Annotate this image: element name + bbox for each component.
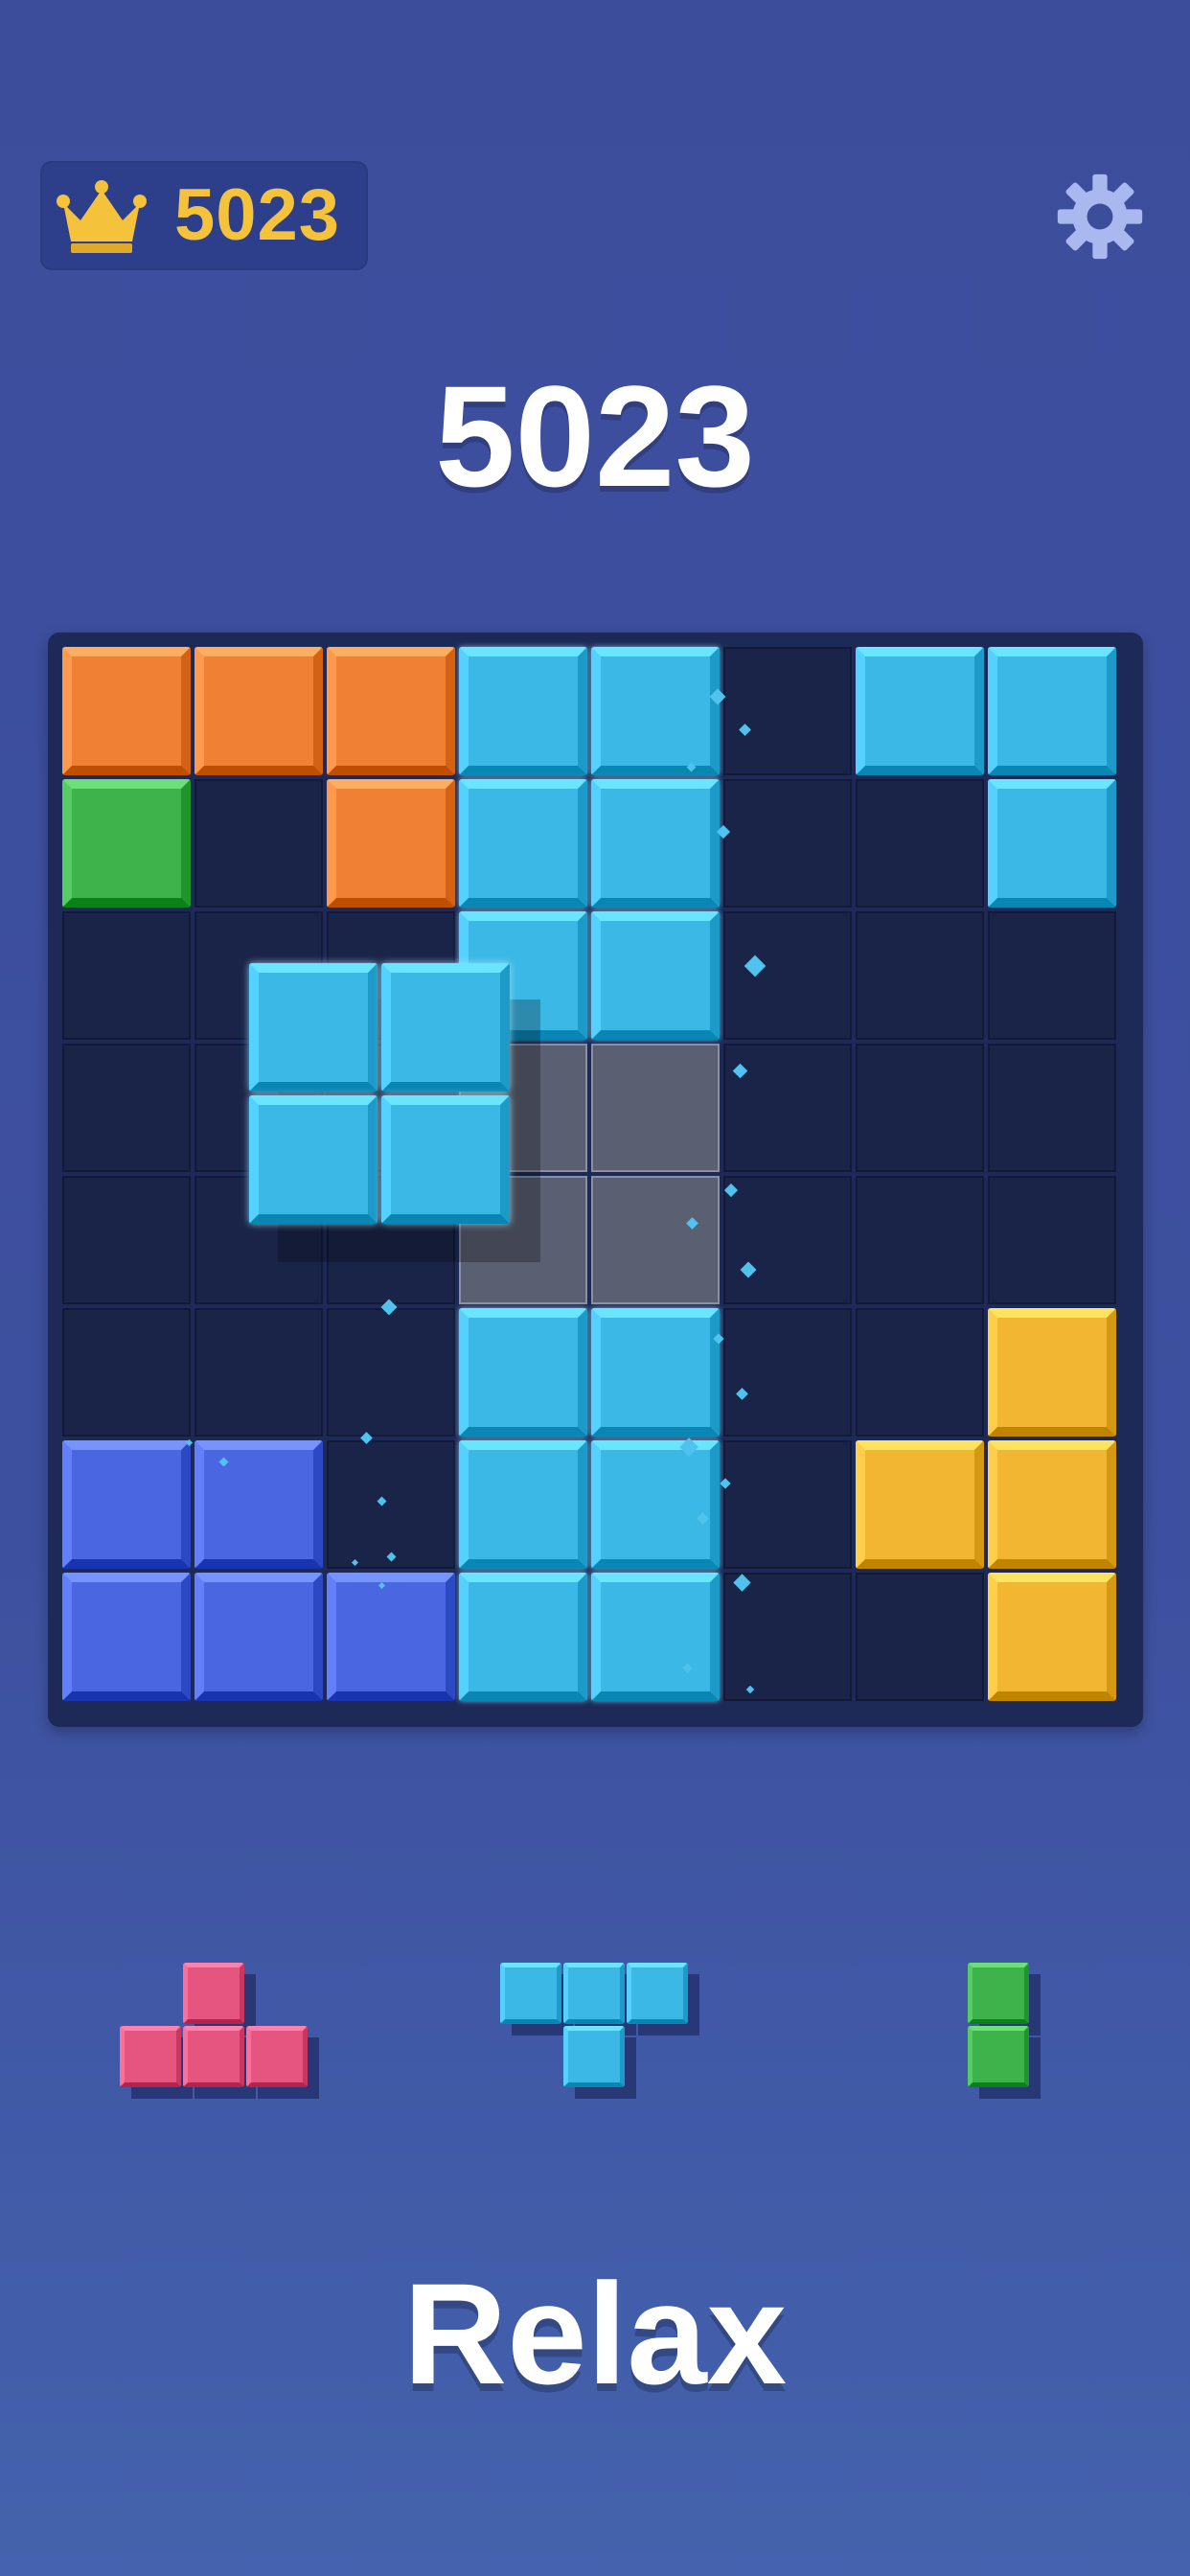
empty-cell <box>856 1044 984 1172</box>
gear-icon[interactable] <box>1054 171 1146 263</box>
yellow-block <box>856 1440 984 1569</box>
empty-cell <box>723 911 852 1040</box>
cyan-block <box>591 1440 720 1569</box>
pink-piece-block <box>246 2026 308 2087</box>
green-vertical-piece[interactable] <box>968 1963 1044 2103</box>
blue-block <box>327 1573 455 1701</box>
best-score-badge: 5023 <box>40 161 368 270</box>
empty-cell <box>856 911 984 1040</box>
cyan-block <box>591 911 720 1040</box>
pink-piece-block <box>183 2026 244 2087</box>
empty-cell <box>723 1440 852 1569</box>
orange-block <box>327 647 455 775</box>
empty-cell <box>327 1440 455 1569</box>
dragged-block <box>381 963 510 1092</box>
cyan-block <box>988 647 1116 775</box>
green-piece-block <box>968 1963 1029 2024</box>
green-piece-block <box>968 2026 1029 2087</box>
empty-cell <box>62 1308 191 1437</box>
empty-cell <box>62 1044 191 1172</box>
empty-cell <box>62 1176 191 1304</box>
placement-preview-cell <box>591 1176 720 1304</box>
blue-block <box>62 1440 191 1569</box>
empty-cell <box>723 779 852 908</box>
cyan-block <box>459 1440 587 1569</box>
empty-cell <box>195 779 323 908</box>
yellow-block <box>988 1308 1116 1437</box>
blue-block <box>195 1573 323 1701</box>
dragged-block <box>249 963 378 1092</box>
crown-icon <box>57 180 147 253</box>
empty-cell <box>988 911 1116 1040</box>
dragged-block <box>249 1095 378 1224</box>
cyan-block <box>988 779 1116 908</box>
cyan-block <box>856 647 984 775</box>
green-block <box>62 779 191 908</box>
yellow-block <box>988 1440 1116 1569</box>
cyan-block <box>591 779 720 908</box>
pink-t-piece[interactable] <box>120 1963 323 2103</box>
empty-cell <box>723 1044 852 1172</box>
cyan-block <box>459 1573 587 1701</box>
orange-block <box>327 779 455 908</box>
blue-block <box>62 1573 191 1701</box>
empty-cell <box>327 1308 455 1437</box>
cyan-t-piece[interactable] <box>500 1963 703 2103</box>
mode-label: Relax <box>402 2253 788 2414</box>
empty-cell <box>62 911 191 1040</box>
orange-block <box>195 647 323 775</box>
empty-cell <box>723 1573 852 1701</box>
empty-cell <box>723 1308 852 1437</box>
empty-cell <box>988 1176 1116 1304</box>
empty-cell <box>856 1176 984 1304</box>
cyan-piece-block <box>563 1963 625 2024</box>
cyan-block <box>459 779 587 908</box>
current-score: 5023 <box>435 356 755 517</box>
dragged-block <box>381 1095 510 1224</box>
empty-cell <box>856 1308 984 1437</box>
orange-block <box>62 647 191 775</box>
game-board[interactable] <box>48 632 1143 1727</box>
cyan-block <box>459 647 587 775</box>
cyan-piece-block <box>563 2026 625 2087</box>
blue-block <box>195 1440 323 1569</box>
cyan-piece-block <box>627 1963 688 2024</box>
empty-cell <box>723 647 852 775</box>
pink-piece-block <box>120 2026 181 2087</box>
empty-cell <box>195 1308 323 1437</box>
best-score-value: 5023 <box>174 174 341 256</box>
pink-piece-block <box>183 1963 244 2024</box>
empty-cell <box>856 779 984 908</box>
cyan-piece-block <box>500 1963 561 2024</box>
cyan-block <box>459 1308 587 1437</box>
empty-cell <box>723 1176 852 1304</box>
empty-cell <box>988 1044 1116 1172</box>
cyan-block <box>591 1573 720 1701</box>
cyan-block <box>591 1308 720 1437</box>
cyan-block <box>591 647 720 775</box>
yellow-block <box>988 1573 1116 1701</box>
dragged-piece[interactable] <box>249 963 540 1262</box>
placement-preview-cell <box>591 1044 720 1172</box>
empty-cell <box>856 1573 984 1701</box>
